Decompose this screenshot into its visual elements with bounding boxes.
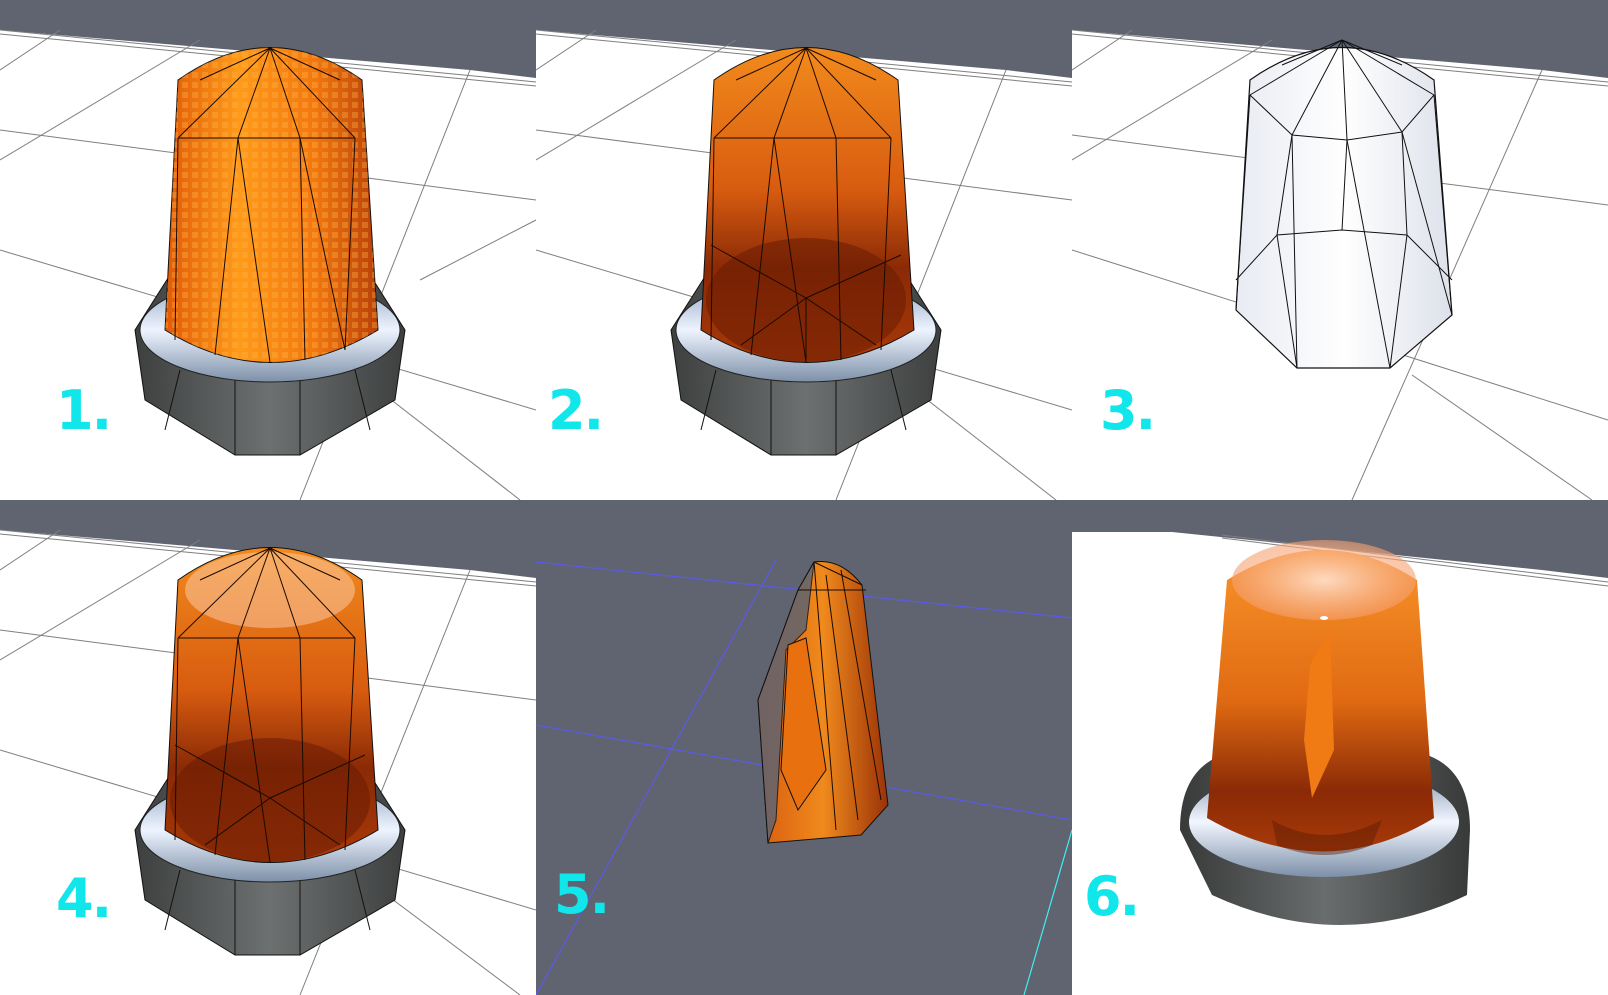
panel-6: 6. [1072, 500, 1608, 995]
step-label-1: 1. [56, 379, 112, 442]
panel-5: 5. [536, 500, 1072, 995]
step-label-2: 2. [548, 379, 604, 442]
step-label-5: 5. [554, 863, 610, 926]
panel-4: 4. [0, 500, 536, 995]
panel-1: 1. [0, 0, 536, 500]
panel-2-viewport [536, 0, 1072, 500]
panel-5-viewport [536, 559, 1072, 995]
panel-3: 3. [1072, 0, 1608, 500]
tutorial-image-grid: 1. 2. 3. 4. 5. 6. [0, 0, 1608, 995]
step-label-6: 6. [1084, 865, 1140, 928]
panel-6-viewport [1072, 500, 1608, 925]
step-label-4: 4. [56, 867, 112, 930]
step-label-3: 3. [1100, 379, 1156, 442]
panel-2: 2. [536, 0, 1072, 500]
